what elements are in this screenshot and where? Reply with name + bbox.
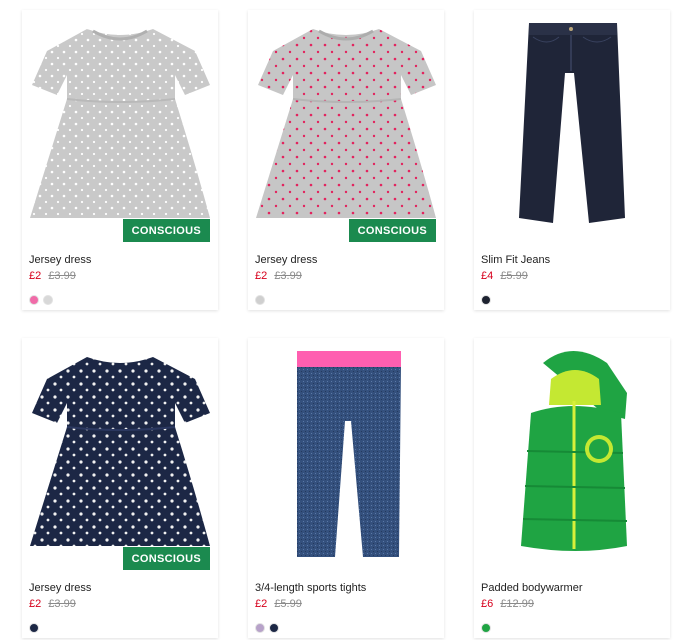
navy-dress-image	[30, 357, 210, 546]
product-card[interactable]: Padded bodywarmer £6 £12.99	[474, 338, 670, 638]
product-image[interactable]	[248, 10, 444, 242]
original-price: £5.99	[500, 270, 528, 282]
product-name[interactable]: Jersey dress	[29, 582, 91, 594]
original-price: £3.99	[48, 598, 76, 610]
grey-dress-image	[30, 29, 210, 218]
product-image[interactable]	[474, 338, 670, 570]
product-prices: £2 £3.99	[29, 598, 76, 610]
product-image[interactable]	[22, 338, 218, 570]
product-name[interactable]: Jersey dress	[29, 254, 91, 266]
product-name[interactable]: Padded bodywarmer	[481, 582, 583, 594]
grey-dress-image	[256, 29, 436, 218]
color-swatch-dark-blue[interactable]	[481, 295, 491, 305]
product-prices: £2 £3.99	[255, 270, 302, 282]
sale-price: £2	[255, 598, 268, 610]
conscious-badge: CONSCIOUS	[348, 219, 436, 242]
product-prices: £2 £3.99	[29, 270, 76, 282]
color-swatches	[255, 623, 279, 633]
jeans-image	[519, 23, 625, 223]
conscious-badge: CONSCIOUS	[122, 547, 210, 570]
product-image[interactable]	[22, 10, 218, 242]
sale-price: £2	[255, 270, 268, 282]
color-swatches	[481, 295, 491, 305]
color-swatch-pink[interactable]	[29, 295, 39, 305]
product-name[interactable]: Jersey dress	[255, 254, 317, 266]
color-swatch-green[interactable]	[481, 623, 491, 633]
sports-tights-image	[297, 351, 401, 557]
original-price: £3.99	[274, 270, 302, 282]
original-price: £3.99	[48, 270, 76, 282]
sale-price: £2	[29, 270, 42, 282]
product-image[interactable]	[474, 10, 670, 242]
original-price: £12.99	[500, 598, 534, 610]
product-card[interactable]: CONSCIOUS Jersey dress £2 £3.99	[22, 338, 218, 638]
color-swatches	[29, 623, 39, 633]
color-swatches	[481, 623, 491, 633]
product-card[interactable]: 3/4-length sports tights £2 £5.99	[248, 338, 444, 638]
product-name[interactable]: 3/4-length sports tights	[255, 582, 366, 594]
color-swatch-navy[interactable]	[29, 623, 39, 633]
product-name[interactable]: Slim Fit Jeans	[481, 254, 550, 266]
product-card[interactable]: Slim Fit Jeans £4 £5.99	[474, 10, 670, 310]
color-swatch-navy[interactable]	[269, 623, 279, 633]
color-swatches	[255, 295, 265, 305]
product-image[interactable]	[248, 338, 444, 570]
original-price: £5.99	[274, 598, 302, 610]
conscious-badge: CONSCIOUS	[122, 219, 210, 242]
color-swatches	[29, 295, 53, 305]
product-card[interactable]: CONSCIOUS Jersey dress £2 £3.99	[248, 10, 444, 310]
product-prices: £4 £5.99	[481, 270, 528, 282]
sale-price: £4	[481, 270, 494, 282]
sale-price: £2	[29, 598, 42, 610]
bodywarmer-image	[521, 351, 628, 551]
color-swatch-pattern[interactable]	[255, 623, 265, 633]
product-prices: £6 £12.99	[481, 598, 534, 610]
product-card[interactable]: CONSCIOUS Jersey dress £2 £3.99	[22, 10, 218, 310]
color-swatch-grey[interactable]	[255, 295, 265, 305]
color-swatch-grey[interactable]	[43, 295, 53, 305]
product-prices: £2 £5.99	[255, 598, 302, 610]
sale-price: £6	[481, 598, 494, 610]
